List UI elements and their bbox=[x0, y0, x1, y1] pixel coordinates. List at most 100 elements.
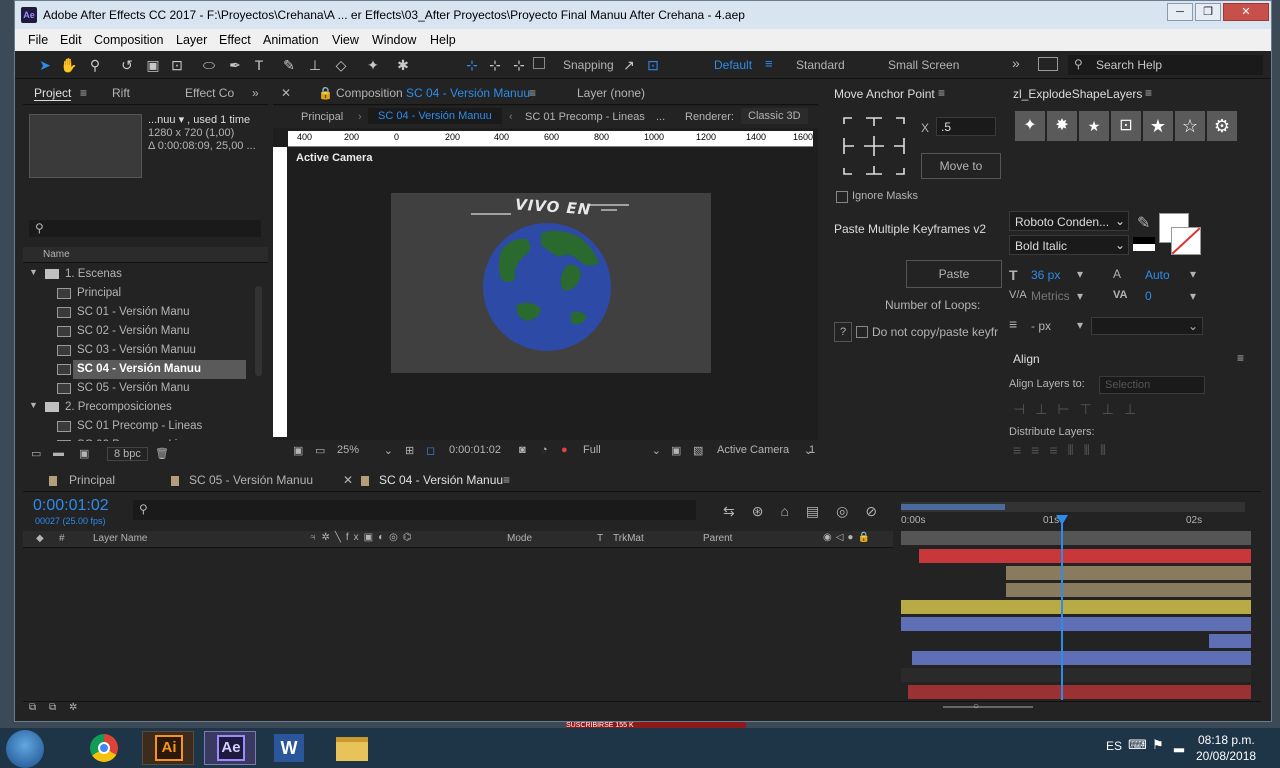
type-tool-icon[interactable]: T bbox=[249, 55, 269, 75]
fast-preview-icon[interactable]: ▣ bbox=[671, 444, 681, 457]
timeline-menu-icon[interactable]: ≡ bbox=[503, 473, 510, 487]
crumb-sc01-precomp[interactable]: SC 01 Precomp - Lineas bbox=[525, 111, 645, 123]
clock-date[interactable]: 20/08/2018 bbox=[1196, 749, 1256, 763]
chevron-down-icon[interactable]: ▾ bbox=[1077, 267, 1083, 281]
puppet-tool-icon[interactable]: ✱ bbox=[393, 55, 413, 75]
project-search-input[interactable]: ⚲ bbox=[29, 220, 261, 237]
filled-star-icon[interactable]: ★ bbox=[1143, 111, 1173, 141]
project-folder[interactable]: ▼ 1. Escenas bbox=[23, 265, 253, 284]
menu-help[interactable]: Help bbox=[430, 33, 456, 47]
brush-tool-icon[interactable]: ✎ bbox=[279, 55, 299, 75]
col-t[interactable]: T bbox=[597, 533, 603, 544]
menu-layer[interactable]: Layer bbox=[176, 33, 207, 47]
close-tab-icon[interactable]: ✕ bbox=[343, 473, 353, 487]
camera-dropdown[interactable]: Active Camera ⌄ bbox=[713, 442, 813, 458]
project-item[interactable]: SC 01 Precomp - Lineas bbox=[23, 417, 253, 436]
layer-duration-bar[interactable] bbox=[901, 617, 1251, 631]
hand-tool-icon[interactable]: ✋ bbox=[59, 55, 79, 75]
minimize-button[interactable]: ─ bbox=[1167, 3, 1193, 21]
project-scrollbar[interactable] bbox=[255, 286, 262, 376]
workspace-overflow-icon[interactable]: » bbox=[1012, 55, 1020, 71]
explorer-taskbar-button[interactable] bbox=[326, 731, 378, 765]
snap-features-icon[interactable]: ⊡ bbox=[643, 55, 663, 75]
stroke-style-dropdown[interactable]: ⌄ bbox=[1091, 317, 1203, 335]
menu-composition[interactable]: Composition bbox=[94, 33, 163, 47]
zoom-dropdown[interactable]: 25% ⌄ bbox=[333, 442, 395, 459]
rotate-tool-icon[interactable]: ↺ bbox=[117, 55, 137, 75]
channel-rgb-icon[interactable]: ● bbox=[561, 444, 568, 456]
new-comp-icon[interactable]: ▣ bbox=[79, 447, 89, 460]
x-value-input[interactable]: .5 bbox=[936, 117, 996, 136]
tab-rift[interactable]: Rift bbox=[112, 86, 130, 100]
keyboard-icon[interactable]: ⌨ bbox=[1128, 737, 1147, 753]
comp-menu-icon[interactable]: ≡ bbox=[529, 86, 536, 100]
after-effects-taskbar-button[interactable]: Ae bbox=[204, 731, 256, 765]
view-axis-icon[interactable]: ⊹ bbox=[509, 55, 529, 75]
comp-tab-name[interactable]: SC 04 - Versión Manuu bbox=[406, 86, 530, 100]
trash-icon[interactable]: 🗑 bbox=[155, 447, 169, 460]
menu-view[interactable]: View bbox=[332, 33, 359, 47]
close-button[interactable]: ✕ bbox=[1223, 3, 1269, 21]
snap-edges-icon[interactable]: ↗ bbox=[619, 55, 639, 75]
selection-tool-icon[interactable]: ➤ bbox=[35, 55, 55, 75]
pen-tool-icon[interactable]: ✒ bbox=[225, 55, 245, 75]
label-icon[interactable]: ◆ bbox=[36, 533, 44, 544]
close-tab-icon[interactable]: ✕ bbox=[281, 86, 291, 100]
col-name[interactable]: Name bbox=[43, 249, 70, 260]
crumb-principal[interactable]: Principal bbox=[301, 111, 343, 123]
tab-project[interactable]: Project bbox=[34, 86, 72, 101]
project-item[interactable]: SC 02 Precomp - Lineas Circulares bbox=[23, 436, 253, 441]
move-to-button[interactable]: Move to bbox=[921, 153, 1001, 179]
toggle-modes-icon[interactable]: ⧉ bbox=[49, 702, 56, 713]
layer-viewer-tab[interactable]: Layer (none) bbox=[577, 86, 645, 100]
ignore-masks-checkbox[interactable] bbox=[836, 191, 848, 203]
ellipse-tool-icon[interactable]: ⬭ bbox=[199, 55, 219, 75]
snapping-checkbox[interactable] bbox=[533, 57, 545, 69]
col-layer-name[interactable]: Layer Name bbox=[93, 533, 147, 544]
transparency-grid-icon[interactable]: ▧ bbox=[693, 444, 703, 457]
chrome-taskbar-button[interactable] bbox=[78, 731, 130, 765]
layer-duration-bar[interactable] bbox=[901, 600, 1251, 614]
work-area-navigator[interactable] bbox=[901, 502, 1245, 512]
comp-timecode[interactable]: 0:00:01:02 bbox=[445, 442, 505, 458]
workspace-small-screen[interactable]: Small Screen bbox=[888, 58, 959, 72]
monitor-icon[interactable]: ▭ bbox=[315, 444, 325, 457]
world-axis-icon[interactable]: ⊹ bbox=[485, 55, 505, 75]
layer-duration-bar[interactable] bbox=[1006, 566, 1251, 580]
disclosure-triangle-icon[interactable]: ▼ bbox=[29, 267, 38, 277]
timeline-switch-icons[interactable]: ⇆⊛⌂▤◎⊘ bbox=[723, 503, 894, 520]
workspace-menu-icon[interactable]: ≡ bbox=[765, 56, 773, 71]
quality-dropdown[interactable]: Full ⌄ bbox=[579, 442, 665, 458]
time-ruler[interactable]: 0:00s 01s 02s bbox=[901, 512, 1251, 531]
workspace-default[interactable]: Default bbox=[714, 58, 752, 72]
resolution-grid-icon[interactable]: ⊞ bbox=[405, 444, 414, 457]
tab-principal[interactable]: Principal bbox=[69, 473, 115, 487]
lock-icon[interactable]: 🔒 bbox=[318, 86, 333, 100]
panel-menu-icon[interactable]: ≡ bbox=[1145, 86, 1152, 100]
camera-tool-icon[interactable]: ▣ bbox=[143, 55, 163, 75]
layer-duration-bar[interactable] bbox=[1209, 634, 1251, 648]
project-item[interactable]: SC 01 - Versión Manu bbox=[23, 303, 253, 322]
project-item[interactable]: SC 05 - Versión Manu bbox=[23, 379, 253, 398]
panel-overflow-icon[interactable]: » bbox=[252, 86, 259, 100]
sync-settings-icon[interactable] bbox=[1038, 57, 1058, 71]
tracking-value[interactable]: 0 bbox=[1145, 289, 1152, 303]
chevron-down-icon[interactable]: ▾ bbox=[1190, 267, 1196, 281]
leading-value[interactable]: Auto bbox=[1145, 268, 1170, 282]
outline-star-icon[interactable]: ☆ bbox=[1175, 111, 1205, 141]
tab-sc04[interactable]: SC 04 - Versión Manuu bbox=[379, 473, 503, 487]
menu-animation[interactable]: Animation bbox=[263, 33, 319, 47]
distribute-buttons-row[interactable]: ≡≡≡⦀⦀⦀ bbox=[1013, 442, 1116, 459]
clock-time[interactable]: 08:18 p.m. bbox=[1198, 733, 1255, 747]
menu-window[interactable]: Window bbox=[372, 33, 416, 47]
flag-icon[interactable]: ⚑ bbox=[1152, 737, 1164, 753]
layer-duration-bar[interactable] bbox=[918, 549, 1251, 563]
font-size-value[interactable]: 36 px bbox=[1031, 268, 1060, 282]
toggle-rendering-icon[interactable]: ✲ bbox=[69, 702, 77, 713]
paste-button[interactable]: Paste bbox=[906, 260, 1002, 288]
font-style-dropdown[interactable]: Bold Italic ⌄ bbox=[1009, 235, 1129, 255]
no-copy-checkbox[interactable] bbox=[856, 326, 868, 338]
black-white-swatch[interactable] bbox=[1133, 237, 1155, 251]
tab-sc05[interactable]: SC 05 - Versión Manuu bbox=[189, 473, 313, 487]
show-snapshot-icon[interactable]: ◔ bbox=[541, 444, 548, 456]
